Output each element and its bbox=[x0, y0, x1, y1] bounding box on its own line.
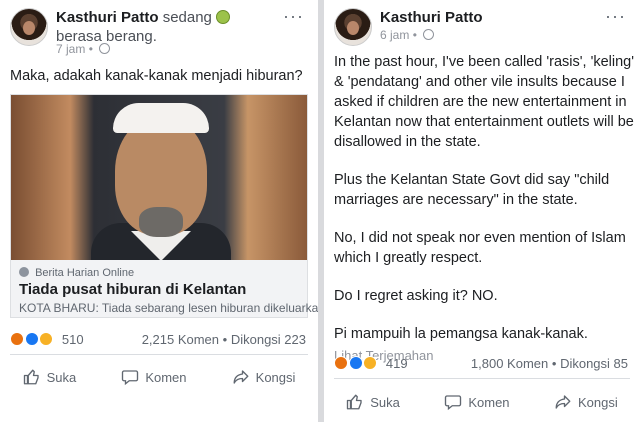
post-paragraph: Plus the Kelantan State Govt did say "ch… bbox=[334, 172, 610, 208]
comment-button[interactable]: Komen bbox=[121, 368, 187, 386]
author-name[interactable]: Kasthuri Patto bbox=[56, 9, 159, 26]
post-paragraph: Do I regret asking it? NO. bbox=[334, 288, 498, 304]
link-headline[interactable]: Tiada pusat hiburan di Kelantan bbox=[19, 281, 246, 298]
globe-icon bbox=[423, 29, 435, 40]
comment-button[interactable]: Komen bbox=[444, 393, 510, 411]
link-image bbox=[11, 95, 307, 260]
action-bar: Suka Komen Kongsi bbox=[324, 393, 640, 411]
engagement-counts: 1,800 Komen • Dikongsi 85 bbox=[471, 356, 628, 371]
post-body: In the past hour, I've been called 'rasi… bbox=[334, 52, 634, 363]
post-paragraph: In the past hour, I've been called 'rasi… bbox=[334, 54, 634, 150]
like-reaction-icon bbox=[24, 332, 39, 346]
haha-reaction-icon bbox=[39, 332, 54, 346]
author-name[interactable]: Kasthuri Patto bbox=[380, 9, 483, 26]
divider bbox=[334, 378, 630, 379]
like-button[interactable]: Suka bbox=[23, 368, 77, 386]
post-card-left: Kasthuri Patto sedang berasa berang. 7 j… bbox=[0, 0, 318, 422]
more-options-button[interactable]: ··· bbox=[605, 6, 626, 27]
author-line: Kasthuri Patto sedang berasa berang. bbox=[56, 8, 276, 46]
feeling-prefix: sedang bbox=[162, 9, 212, 26]
like-reaction-icon bbox=[348, 356, 363, 370]
like-label: Suka bbox=[370, 394, 400, 410]
comment-count[interactable]: 2,215 Komen bbox=[142, 332, 219, 347]
share-icon bbox=[233, 370, 249, 384]
comment-icon bbox=[445, 395, 462, 411]
link-preview[interactable]: Berita Harian Online Tiada pusat hiburan… bbox=[10, 94, 318, 318]
action-bar: Suka Komen Kongsi bbox=[0, 368, 318, 386]
post-header: Kasthuri Patto sedang berasa berang. 7 j… bbox=[0, 0, 318, 58]
post-paragraph: No, I did not speak nor even mention of … bbox=[334, 230, 626, 266]
divider bbox=[10, 354, 308, 355]
haha-reaction-icon bbox=[363, 356, 378, 370]
author-line: Kasthuri Patto bbox=[380, 8, 600, 27]
comment-icon bbox=[122, 370, 139, 386]
reaction-count: 510 bbox=[61, 332, 84, 347]
thumbs-up-icon bbox=[347, 394, 362, 410]
engagement-counts: 2,215 Komen • Dikongsi 223 bbox=[142, 332, 306, 347]
link-source: Berita Harian Online bbox=[19, 267, 134, 279]
post-paragraph: Pi mampuih la pemangsa kanak-kanak. bbox=[334, 326, 588, 342]
share-icon bbox=[555, 395, 571, 409]
link-description: KOTA BHARU: Tiada sebarang lesen hiburan… bbox=[19, 301, 318, 315]
share-label: Kongsi bbox=[255, 369, 296, 385]
angry-reaction-icon bbox=[10, 332, 24, 346]
separator: • bbox=[551, 356, 557, 371]
more-options-button[interactable]: ··· bbox=[283, 6, 304, 27]
post-text: Maka, adakah kanak-kanak menjadi hiburan… bbox=[10, 68, 303, 84]
avatar[interactable] bbox=[10, 8, 48, 46]
post-time[interactable]: 6 jam bbox=[380, 28, 409, 42]
reaction-count: 419 bbox=[385, 356, 408, 371]
reactions-summary[interactable]: 419 bbox=[334, 356, 408, 371]
avatar[interactable] bbox=[334, 8, 372, 46]
share-button[interactable]: Kongsi bbox=[554, 393, 618, 411]
globe-icon bbox=[99, 43, 111, 54]
like-button[interactable]: Suka bbox=[346, 393, 400, 411]
share-label: Kongsi bbox=[578, 394, 618, 410]
comment-label: Komen bbox=[468, 394, 510, 410]
source-icon bbox=[19, 267, 29, 277]
post-time[interactable]: 7 jam bbox=[56, 42, 85, 56]
link-source-label: Berita Harian Online bbox=[35, 267, 135, 279]
photo-beard bbox=[139, 207, 183, 237]
photo-cap bbox=[113, 103, 209, 133]
comment-label: Komen bbox=[145, 369, 187, 385]
angry-reaction-icon bbox=[334, 356, 348, 370]
comment-count[interactable]: 1,800 Komen bbox=[471, 356, 548, 371]
share-count[interactable]: Dikongsi 223 bbox=[231, 332, 306, 347]
post-meta: 6 jam • bbox=[380, 28, 435, 42]
post-card-right: Kasthuri Patto 6 jam • ··· In the past h… bbox=[324, 0, 640, 422]
post-meta: 7 jam • bbox=[56, 42, 111, 56]
reactions-summary[interactable]: 510 bbox=[10, 332, 84, 347]
separator: • bbox=[88, 42, 93, 56]
thumbs-up-icon bbox=[23, 369, 39, 385]
separator: • bbox=[222, 332, 228, 347]
like-label: Suka bbox=[46, 369, 77, 385]
sick-face-icon bbox=[216, 10, 231, 24]
post-header: Kasthuri Patto 6 jam • ··· bbox=[324, 0, 640, 58]
share-button[interactable]: Kongsi bbox=[232, 368, 296, 386]
separator: • bbox=[412, 28, 417, 42]
share-count[interactable]: Dikongsi 85 bbox=[560, 356, 628, 371]
